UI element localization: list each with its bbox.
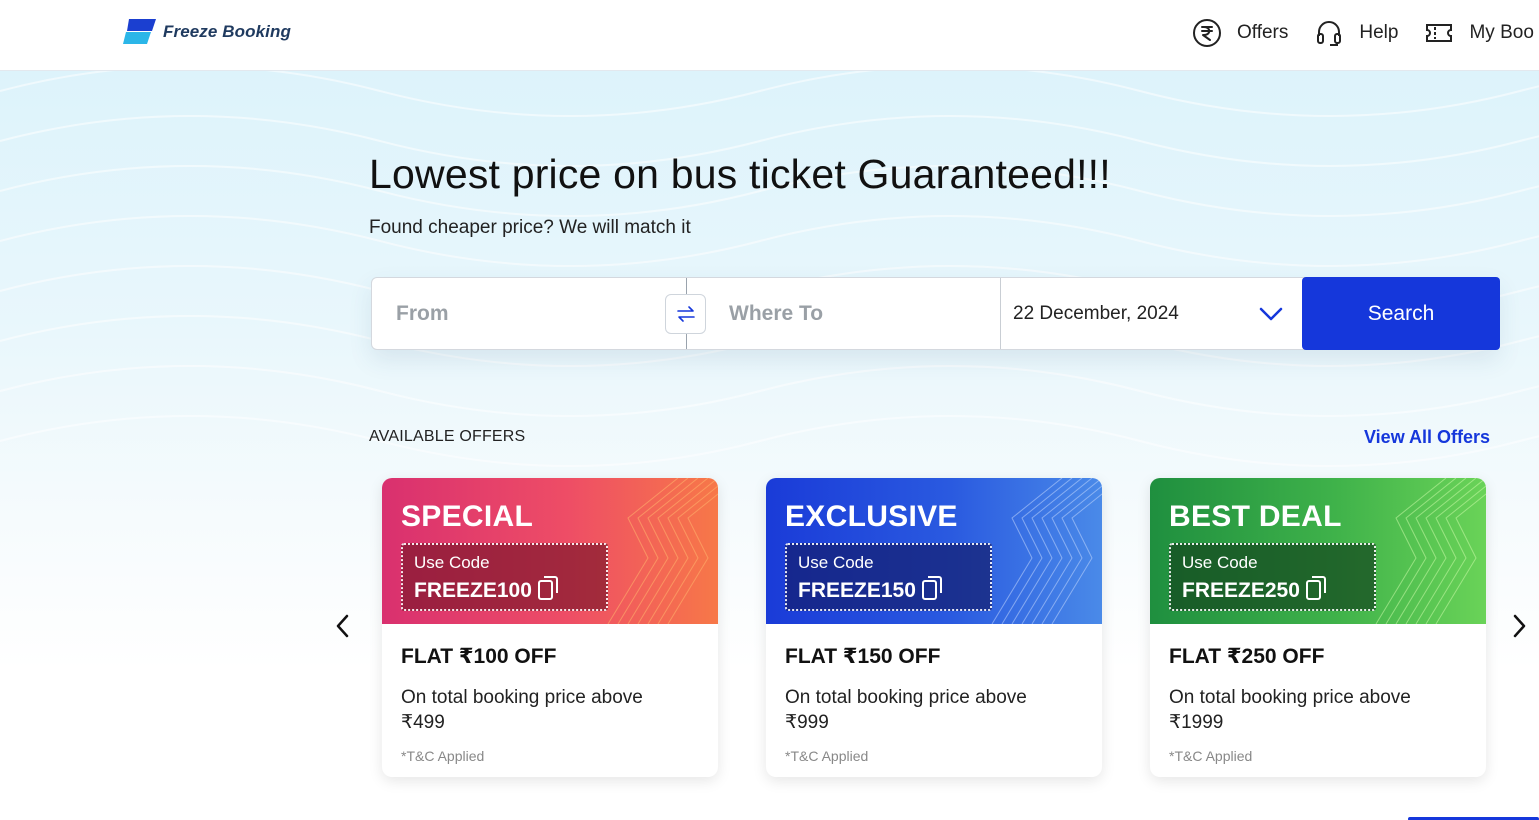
view-all-offers-link[interactable]: View All Offers: [1364, 427, 1490, 448]
coupon-code: FREEZE250: [1182, 579, 1300, 602]
nav-offers[interactable]: Offers: [1192, 18, 1288, 48]
logo-icon: [123, 18, 157, 45]
copy-icon[interactable]: [921, 574, 943, 602]
search-bar: 22 December, 2024 Search: [371, 277, 1500, 350]
offer-tag: EXCLUSIVE: [785, 500, 958, 533]
swap-arrows-icon: [676, 306, 695, 322]
hero-section: Lowest price on bus ticket Guaranteed!!!…: [0, 71, 1539, 820]
offer-title: FLAT ₹150 OFF: [785, 645, 941, 668]
rupee-circle-icon: [1192, 18, 1222, 48]
offer-tag: SPECIAL: [401, 500, 534, 533]
brand-logo[interactable]: Freeze Booking: [123, 18, 291, 45]
brand-name: Freeze Booking: [163, 21, 291, 41]
coupon-code: FREEZE100: [414, 579, 532, 602]
offer-card[interactable]: EXCLUSIVE Use Code FREEZE150 FLAT ₹150 O…: [766, 478, 1102, 777]
nav-help[interactable]: Help: [1314, 18, 1398, 48]
date-value: 22 December, 2024: [1013, 302, 1179, 324]
code-label: Use Code: [414, 553, 490, 572]
terms-note: *T&C Applied: [785, 748, 869, 764]
search-button[interactable]: Search: [1302, 277, 1500, 350]
headset-icon: [1314, 18, 1344, 48]
terms-note: *T&C Applied: [1169, 748, 1253, 764]
offer-description: On total booking price above ₹999: [785, 687, 1027, 733]
chevron-down-icon[interactable]: [1258, 304, 1284, 324]
coupon-code: FREEZE150: [798, 579, 916, 602]
offer-tag: BEST DEAL: [1169, 500, 1342, 533]
nav-offers-label: Offers: [1237, 22, 1289, 43]
offer-card-banner: EXCLUSIVE Use Code FREEZE150: [766, 478, 1102, 624]
to-field[interactable]: [729, 278, 999, 349]
offer-card[interactable]: BEST DEAL Use Code FREEZE250 FLAT ₹250 O…: [1150, 478, 1486, 777]
terms-note: *T&C Applied: [401, 748, 485, 764]
offer-title: FLAT ₹100 OFF: [401, 645, 557, 668]
from-input[interactable]: [396, 278, 656, 349]
ticket-icon: [1424, 18, 1454, 48]
from-field[interactable]: [396, 278, 656, 349]
offer-card[interactable]: SPECIAL Use Code FREEZE100 FLAT ₹100 OFF…: [382, 478, 718, 777]
code-label: Use Code: [1182, 553, 1258, 572]
offer-title: FLAT ₹250 OFF: [1169, 645, 1325, 668]
coupon-code-box: Use Code FREEZE150: [785, 543, 992, 611]
offer-description: On total booking price above ₹1999: [1169, 687, 1411, 733]
nav-my-bookings-label: My Boo: [1469, 22, 1534, 43]
code-label: Use Code: [798, 553, 874, 572]
to-input[interactable]: [729, 278, 999, 349]
coupon-code-box: Use Code FREEZE250: [1169, 543, 1376, 611]
offer-card-banner: BEST DEAL Use Code FREEZE250: [1150, 478, 1486, 624]
date-picker[interactable]: 22 December, 2024: [1013, 278, 1273, 349]
page-title: Lowest price on bus ticket Guaranteed!!!: [369, 151, 1111, 197]
page-subtitle: Found cheaper price? We will match it: [369, 217, 691, 238]
top-header: Freeze Booking Offers Help My Boo: [0, 0, 1539, 71]
carousel-prev-icon[interactable]: [333, 611, 353, 641]
swap-cities-button[interactable]: [665, 294, 706, 334]
main-nav: Offers Help My Boo: [1192, 18, 1539, 48]
offer-description: On total booking price above ₹499: [401, 687, 643, 733]
copy-icon[interactable]: [1305, 574, 1327, 602]
carousel-next-icon[interactable]: [1509, 611, 1529, 641]
nav-help-label: Help: [1359, 22, 1399, 43]
offer-card-banner: SPECIAL Use Code FREEZE100: [382, 478, 718, 624]
nav-my-bookings[interactable]: My Boo: [1424, 18, 1534, 48]
offers-section-label: AVAILABLE OFFERS: [369, 428, 526, 445]
coupon-code-box: Use Code FREEZE100: [401, 543, 608, 611]
divider: [1000, 278, 1001, 349]
copy-icon[interactable]: [537, 574, 559, 602]
